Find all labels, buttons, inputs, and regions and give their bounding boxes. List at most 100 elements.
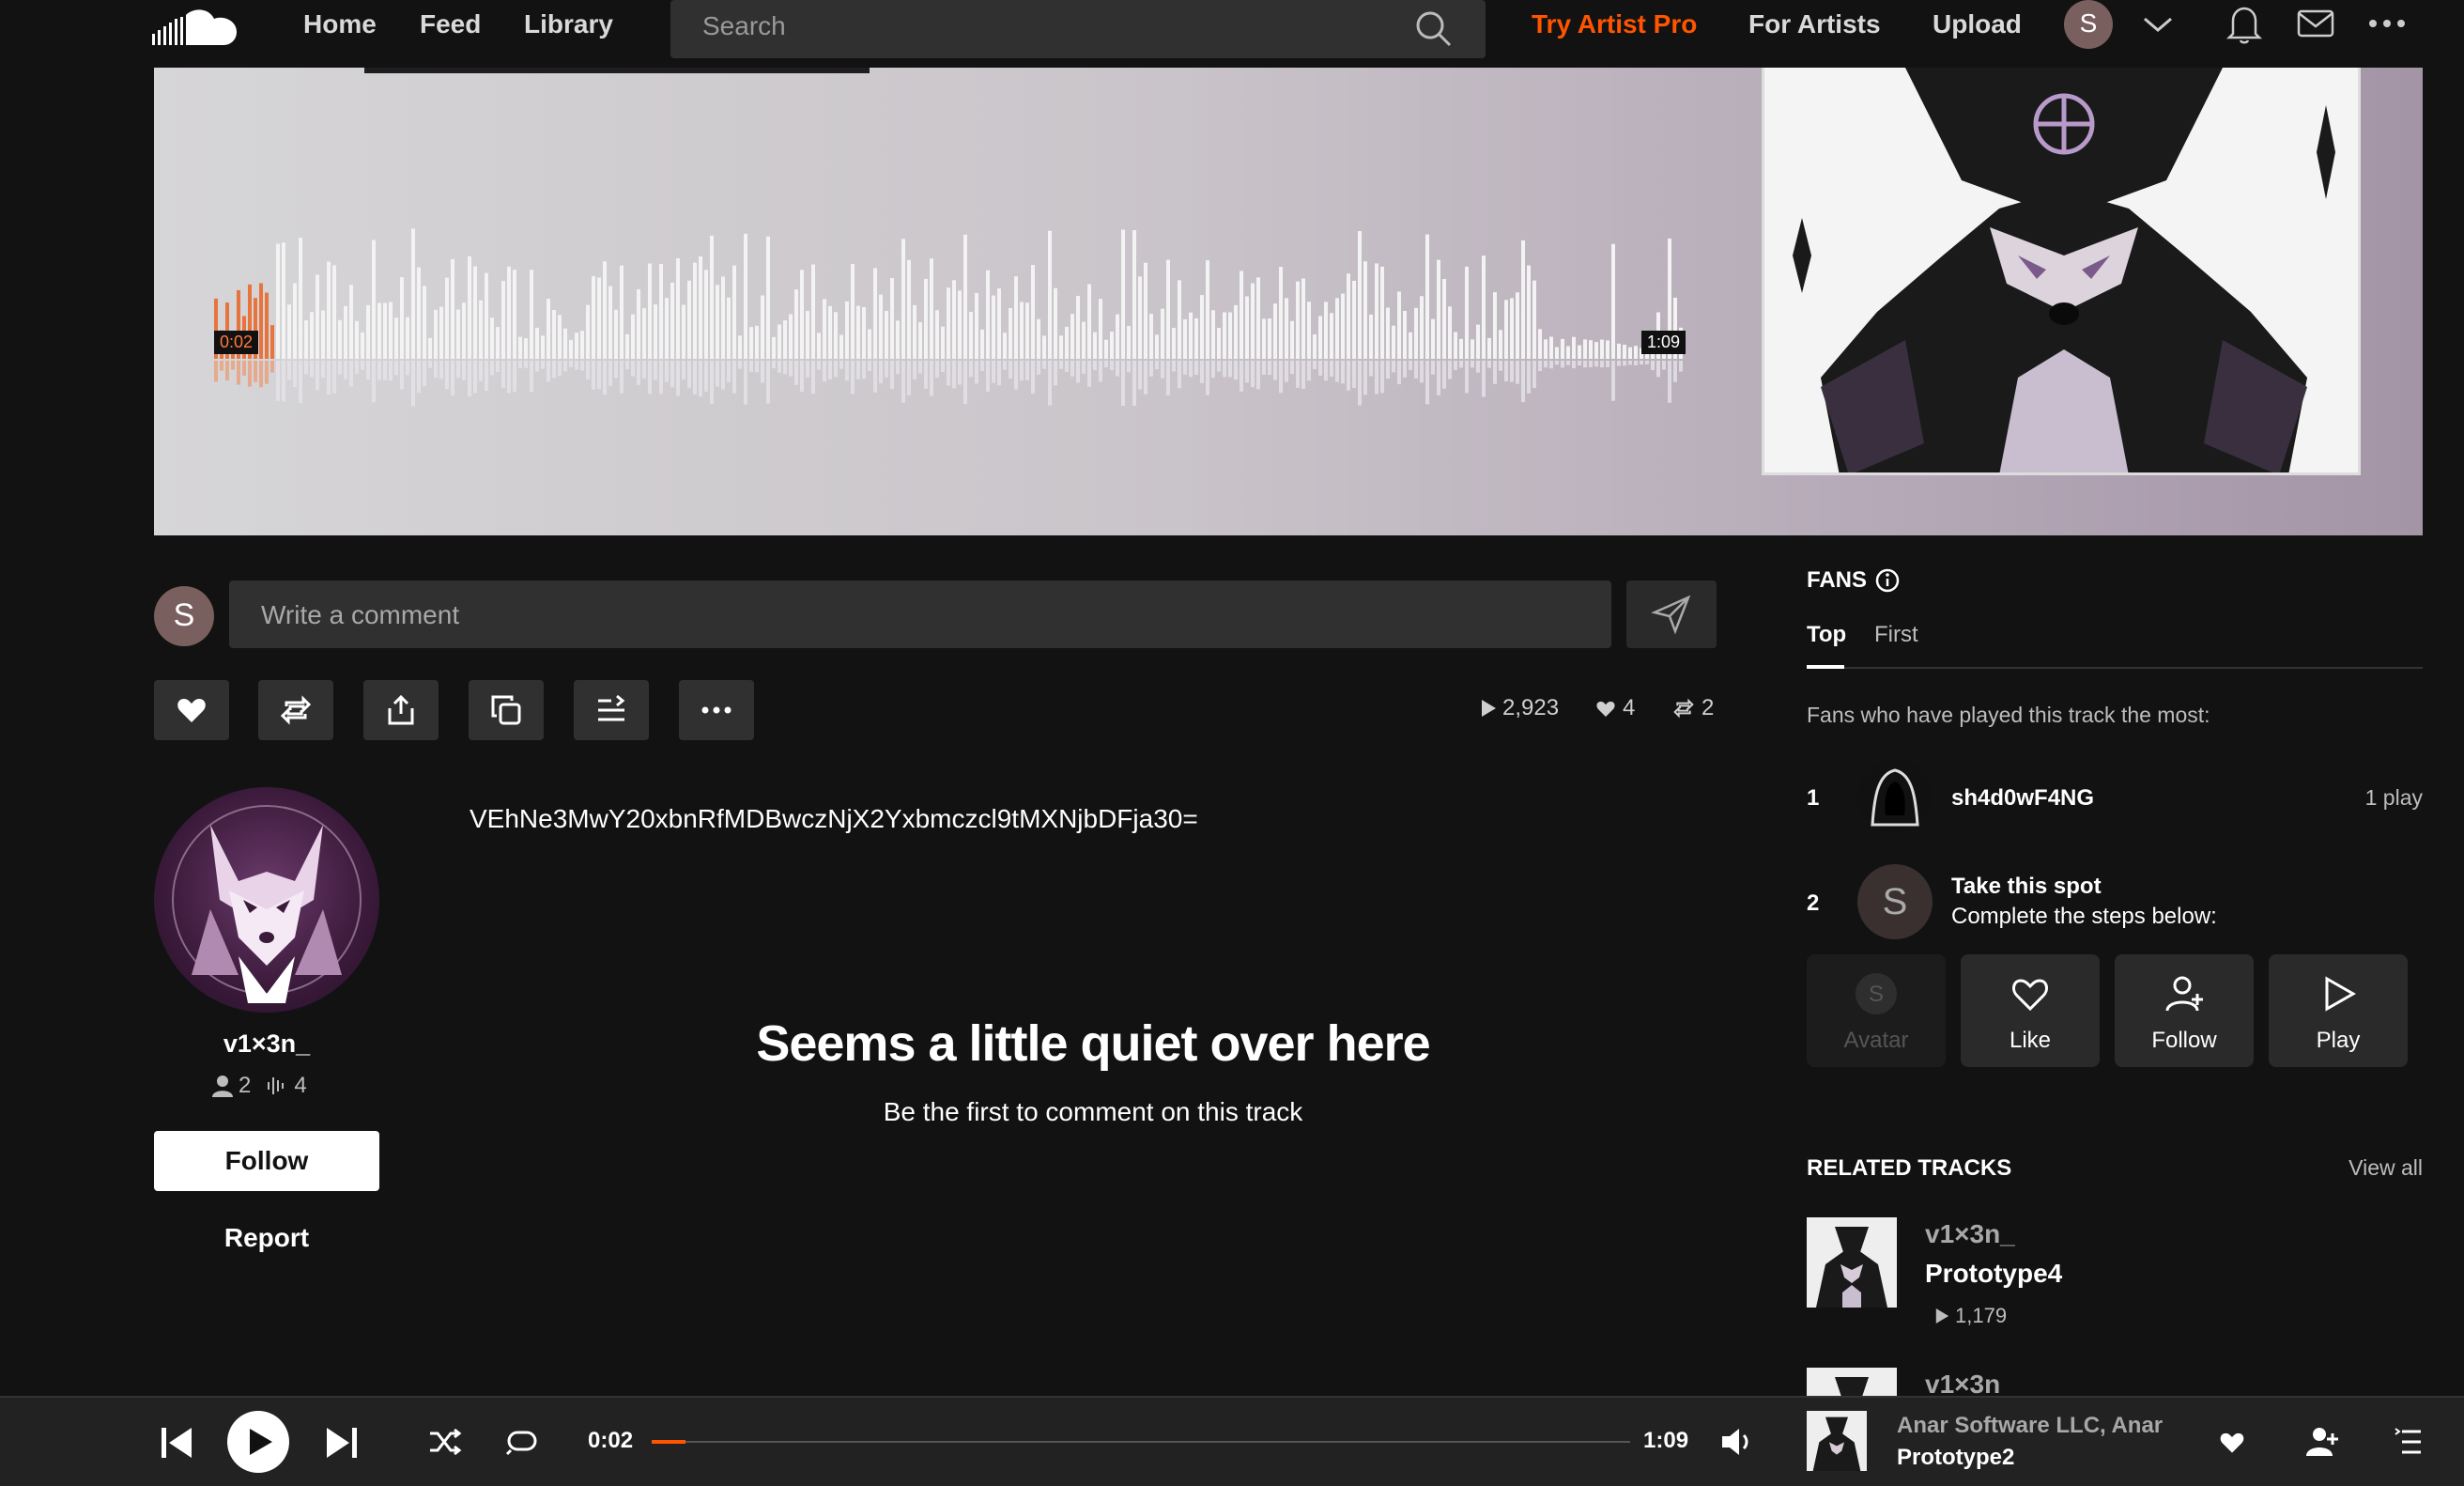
waveform-bar-reflection [558, 361, 562, 377]
waveform-bar [997, 288, 1001, 359]
play-pause-button[interactable] [227, 1411, 289, 1473]
player-bar: 0:02 1:09 Anar Software LLC, Anar Protot… [0, 1396, 2464, 1486]
next-icon[interactable] [323, 1424, 361, 1462]
waveform[interactable] [214, 216, 1688, 413]
copy-link-button[interactable] [469, 680, 544, 740]
related-track-thumb[interactable] [1807, 1217, 1897, 1308]
info-icon[interactable] [1874, 567, 1901, 594]
user-avatar[interactable]: S [2064, 0, 2113, 49]
artist-name[interactable]: v1×3n_ [154, 1029, 379, 1059]
step-like-button[interactable]: Like [1961, 954, 2100, 1067]
waveform-bar-reflection [1352, 361, 1356, 389]
tab-first[interactable]: First [1874, 622, 1918, 648]
related-track-artist[interactable]: v1×3n_ [1925, 1219, 2015, 1249]
waveform-bar [1172, 328, 1176, 359]
now-playing-artist[interactable]: Anar Software LLC, Anar [1897, 1413, 2163, 1439]
now-playing-title[interactable]: Prototype2 [1897, 1445, 2014, 1471]
waveform-bar [321, 310, 325, 359]
waveform-bar-reflection [361, 361, 364, 370]
follow-user-icon[interactable] [2306, 1426, 2338, 1456]
waveform-bar-reflection [1206, 361, 1209, 395]
waveform-bar [304, 320, 308, 359]
waveform-bar [693, 262, 697, 359]
waveform-bar [637, 288, 640, 359]
search-input[interactable]: Search [670, 0, 1486, 58]
waveform-bar-reflection [1076, 361, 1080, 383]
waveform-bar-reflection [535, 361, 539, 372]
previous-icon[interactable] [158, 1424, 195, 1462]
share-button[interactable] [363, 680, 439, 740]
waveform-bar [552, 309, 556, 359]
waveform-bar [907, 259, 911, 359]
waveform-bar-reflection [1183, 361, 1187, 375]
heart-icon[interactable] [2218, 1428, 2246, 1456]
waveform-bar-reflection [349, 361, 353, 387]
waveform-bar-reflection [1668, 361, 1671, 403]
fan-avatar[interactable] [1857, 759, 1933, 834]
waveform-bar-reflection [755, 361, 759, 373]
fox-thumb-art [1807, 1217, 1897, 1308]
waveform-bar [400, 277, 404, 359]
waveform-bar [276, 243, 280, 359]
waveform-bar-reflection [1296, 361, 1300, 388]
waveform-bar-reflection [1082, 361, 1086, 374]
waveform-bar [1037, 318, 1040, 359]
waveform-bar-reflection [1189, 361, 1193, 378]
waveform-bar [423, 286, 426, 359]
chevron-down-icon[interactable] [2141, 13, 2175, 36]
waveform-bar-reflection [1442, 361, 1446, 389]
nav-upload[interactable]: Upload [1933, 9, 2022, 39]
nav-library[interactable]: Library [524, 9, 613, 39]
bell-icon[interactable] [2225, 4, 2263, 45]
waveform-bar-reflection [1031, 361, 1035, 394]
follow-artist-button[interactable]: Follow [154, 1131, 379, 1191]
waveform-bar-reflection [1583, 361, 1587, 368]
waveform-bar-reflection [665, 361, 669, 382]
repost-button[interactable] [258, 680, 333, 740]
like-button[interactable] [154, 680, 229, 740]
waveform-bar-reflection [569, 361, 573, 368]
progress-bar[interactable] [652, 1440, 1630, 1444]
waveform-bar [1369, 314, 1373, 359]
search-icon[interactable] [1414, 9, 1454, 49]
waveform-bar-reflection [1561, 361, 1564, 368]
waveform-bar-reflection [1200, 361, 1204, 383]
waveform-bar [1459, 338, 1463, 359]
step-play-button[interactable]: Play [2269, 954, 2408, 1067]
artist-tracks[interactable]: 4 [266, 1073, 307, 1099]
more-icon[interactable] [2368, 19, 2406, 28]
view-all-link[interactable]: View all [2348, 1155, 2423, 1181]
mail-icon[interactable] [2297, 9, 2334, 38]
nav-feed[interactable]: Feed [420, 9, 481, 39]
queue-icon[interactable] [2395, 1428, 2423, 1456]
waveform-bar [1448, 306, 1452, 359]
waveform-bar [676, 257, 680, 359]
more-actions-button[interactable] [679, 680, 754, 740]
add-to-next-up-button[interactable] [574, 680, 649, 740]
repeat-icon[interactable] [505, 1428, 539, 1456]
waveform-bar [270, 325, 274, 359]
nav-home[interactable]: Home [303, 9, 377, 39]
step-follow-button[interactable]: Follow [2115, 954, 2254, 1067]
fox-thumb-art [1807, 1411, 1867, 1471]
nav-try-artist-pro[interactable]: Try Artist Pro [1532, 9, 1697, 39]
waveform-bar [992, 295, 995, 359]
artist-avatar[interactable] [154, 787, 379, 1013]
related-track-title[interactable]: Prototype4 [1925, 1259, 2062, 1289]
soundcloud-logo[interactable] [152, 6, 246, 51]
nav-for-artists[interactable]: For Artists [1748, 9, 1881, 39]
waveform-bar-reflection [1099, 361, 1102, 382]
waveform-bar-reflection [1499, 361, 1502, 371]
comment-input[interactable]: Write a comment [229, 580, 1611, 648]
related-track-thumb[interactable] [1807, 1368, 1897, 1396]
now-playing-thumb[interactable] [1807, 1411, 1867, 1471]
send-comment-button[interactable] [1626, 580, 1717, 648]
report-button[interactable]: Report [154, 1223, 379, 1253]
artist-followers[interactable]: 2 [212, 1073, 251, 1099]
fan-name[interactable]: sh4d0wF4NG [1951, 785, 2094, 812]
shuffle-icon[interactable] [428, 1428, 462, 1456]
fox-artwork [1764, 68, 2358, 472]
tab-top[interactable]: Top [1807, 622, 1846, 648]
volume-icon[interactable] [1720, 1426, 1754, 1458]
waveform-bar-reflection [1093, 361, 1097, 370]
